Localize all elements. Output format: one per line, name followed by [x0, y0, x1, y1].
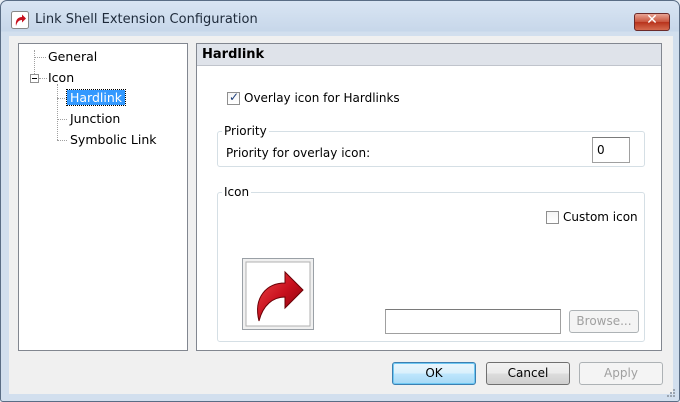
- apply-button[interactable]: Apply: [579, 362, 663, 385]
- tree-item-symbolic-link[interactable]: Symbolic Link: [70, 132, 156, 147]
- priority-group-title: Priority: [222, 124, 269, 138]
- settings-tree[interactable]: General Icon Hardlink Junction Symbolic …: [18, 43, 188, 351]
- tree-line: [57, 140, 67, 141]
- resize-grip-icon[interactable]: [665, 387, 675, 397]
- overlay-icon-checkbox[interactable]: [227, 90, 240, 105]
- tree-line: [57, 119, 67, 120]
- tree-item-icon[interactable]: Icon: [48, 70, 74, 85]
- dialog-client-area: General Icon Hardlink Junction Symbolic …: [9, 36, 673, 394]
- priority-label: Priority for overlay icon:: [226, 146, 371, 160]
- shortcut-arrow-icon: [245, 261, 311, 327]
- custom-icon-label[interactable]: Custom icon: [563, 210, 638, 224]
- tree-line: [39, 78, 47, 79]
- panel-title: Hardlink: [202, 47, 265, 62]
- priority-group: Priority Priority for overlay icon: 0: [217, 124, 645, 167]
- icon-group-title: Icon: [222, 185, 252, 199]
- tree-line: [34, 57, 46, 58]
- custom-icon-checkbox[interactable]: [546, 211, 559, 224]
- ok-button[interactable]: OK: [392, 362, 476, 385]
- app-icon: [11, 11, 29, 29]
- close-icon: ✕: [646, 12, 658, 28]
- priority-input[interactable]: 0: [592, 137, 630, 163]
- overlay-icon-label[interactable]: Overlay icon for Hardlinks: [244, 91, 400, 105]
- icon-preview: [242, 258, 314, 330]
- tree-item-hardlink[interactable]: Hardlink: [65, 89, 127, 106]
- close-button[interactable]: ✕: [634, 12, 670, 31]
- window-title: Link Shell Extension Configuration: [35, 12, 258, 27]
- cancel-button[interactable]: Cancel: [486, 362, 570, 385]
- collapse-icon[interactable]: [30, 74, 39, 83]
- browse-button[interactable]: Browse...: [569, 310, 639, 333]
- tree-item-junction[interactable]: Junction: [70, 111, 120, 126]
- panel-header: Hardlink: [197, 44, 661, 66]
- icon-path-input[interactable]: [385, 309, 561, 334]
- title-bar[interactable]: Link Shell Extension Configuration ✕: [1, 1, 679, 37]
- dialog-window: Link Shell Extension Configuration ✕ Gen…: [0, 0, 680, 402]
- settings-panel: Hardlink Overlay icon for Hardlinks Prio…: [196, 43, 662, 351]
- tree-item-general[interactable]: General: [48, 49, 97, 64]
- tree-line: [57, 98, 67, 99]
- tree-line: [57, 84, 58, 140]
